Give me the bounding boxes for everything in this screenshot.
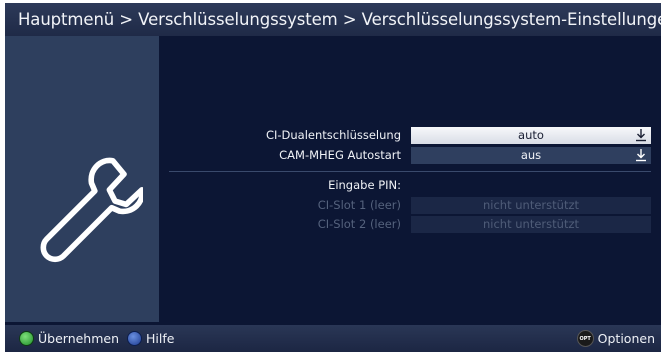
- breadcrumb: Hauptmenü > Verschlüsselungssystem > Ver…: [18, 10, 661, 29]
- setting-value: aus: [520, 148, 542, 162]
- footer-bar: Übernehmen Hilfe OPT Optionen: [5, 325, 661, 352]
- ci-slot-1-value: nicht unterstützt: [411, 197, 651, 214]
- accept-button[interactable]: Übernehmen: [19, 331, 119, 346]
- setting-row-ci-slot-2: CI-Slot 2 (leer) nicht unterstützt: [169, 216, 651, 233]
- ci-dual-select[interactable]: auto: [411, 127, 651, 144]
- slot-label: CI-Slot 2 (leer): [317, 217, 401, 231]
- pin-heading-row: Eingabe PIN:: [169, 177, 651, 194]
- slot-label: CI-Slot 1 (leer): [317, 198, 401, 212]
- title-bar: Hauptmenü > Verschlüsselungssystem > Ver…: [5, 3, 661, 36]
- blue-button-icon: [127, 331, 143, 346]
- setting-label: CI-Dualentschlüsselung: [265, 128, 401, 142]
- help-label: Hilfe: [146, 331, 175, 346]
- options-label: Optionen: [597, 331, 655, 346]
- slot-value: nicht unterstützt: [483, 198, 579, 212]
- divider: [169, 171, 651, 172]
- accept-label: Übernehmen: [38, 331, 120, 346]
- help-button[interactable]: Hilfe: [127, 331, 174, 346]
- ci-slot-2-value: nicht unterstützt: [411, 216, 651, 233]
- arrow-down-icon: [636, 149, 646, 162]
- setting-value: auto: [518, 128, 544, 142]
- pin-heading: Eingabe PIN:: [328, 178, 401, 192]
- green-button-icon: [19, 331, 34, 346]
- setting-label: CAM-MHEG Autostart: [279, 148, 401, 162]
- opt-badge-icon: OPT: [576, 330, 594, 347]
- sidebar-panel: [5, 36, 159, 322]
- setting-row-ci-dual[interactable]: CI-Dualentschlüsselung auto: [169, 127, 651, 144]
- slot-value: nicht unterstützt: [483, 217, 579, 231]
- arrow-down-icon: [636, 129, 646, 142]
- setting-row-ci-slot-1: CI-Slot 1 (leer) nicht unterstützt: [169, 197, 651, 214]
- setting-row-cam-mheg[interactable]: CAM-MHEG Autostart aus: [169, 147, 651, 164]
- tv-screen: Hauptmenü > Verschlüsselungssystem > Ver…: [5, 3, 661, 352]
- wrench-icon: [40, 157, 143, 263]
- cam-mheg-select[interactable]: aus: [411, 147, 651, 164]
- options-button[interactable]: OPT Optionen: [576, 330, 655, 347]
